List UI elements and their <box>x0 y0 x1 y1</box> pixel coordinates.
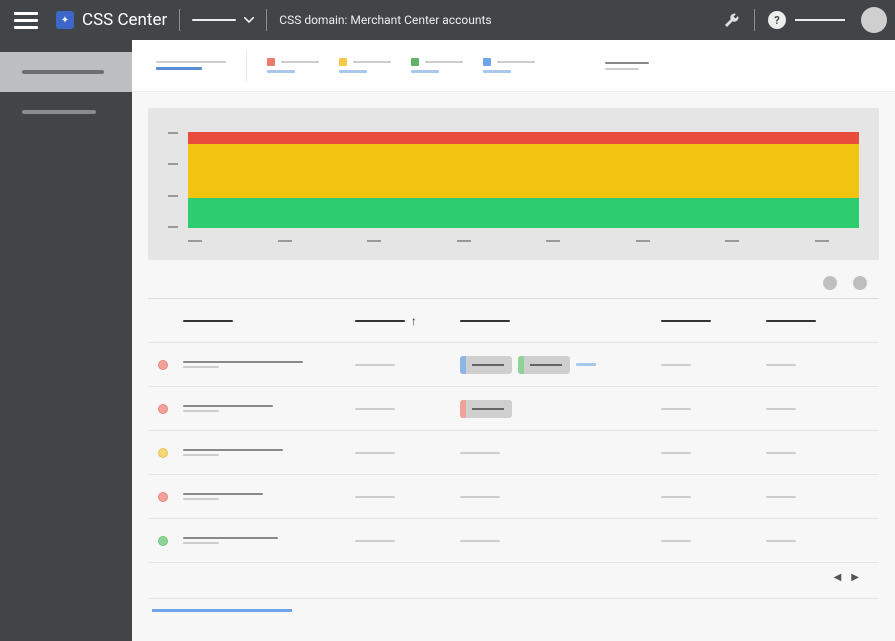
tools-icon[interactable] <box>722 10 742 30</box>
cell <box>766 408 871 410</box>
sidebar <box>0 40 132 641</box>
app-title: CSS Center <box>82 10 167 30</box>
cell <box>460 540 661 542</box>
swatch-icon <box>267 58 275 66</box>
legend-green[interactable] <box>411 58 463 73</box>
legend-blue[interactable] <box>483 58 535 73</box>
chart-bars <box>188 132 859 228</box>
cell-name <box>183 537 355 544</box>
next-page-icon[interactable]: ▶ <box>851 572 859 583</box>
cell-chips <box>460 356 661 374</box>
column-header-sorted[interactable]: ↑ <box>355 314 460 328</box>
divider <box>266 9 267 31</box>
status-icon <box>158 492 168 502</box>
prev-page-icon[interactable]: ◀ <box>834 572 842 583</box>
page-dot[interactable] <box>823 276 837 290</box>
x-axis <box>168 240 859 242</box>
cell-name <box>183 405 355 412</box>
legend-extra[interactable] <box>605 62 649 70</box>
chip[interactable] <box>460 356 512 374</box>
main-content: ↑ <box>132 40 895 641</box>
cell <box>355 540 460 542</box>
cell-name <box>183 493 355 500</box>
sidebar-item-1[interactable] <box>0 52 132 92</box>
status-icon <box>158 404 168 414</box>
chip[interactable] <box>460 400 512 418</box>
column-header[interactable] <box>766 320 871 322</box>
sort-asc-icon: ↑ <box>411 314 417 328</box>
cell <box>355 364 460 366</box>
sidebar-item-label <box>22 110 96 114</box>
column-header[interactable] <box>460 320 661 322</box>
chip[interactable] <box>518 356 570 374</box>
table-row[interactable] <box>148 342 879 386</box>
column-header[interactable] <box>183 320 355 322</box>
cell <box>661 496 766 498</box>
legend-red[interactable] <box>267 58 319 73</box>
divider <box>246 50 247 82</box>
y-axis <box>168 132 178 228</box>
cell <box>661 364 766 366</box>
cell-name <box>183 449 355 456</box>
status-icon <box>158 536 168 546</box>
username <box>795 19 845 21</box>
table-row[interactable] <box>148 518 879 562</box>
cell <box>460 452 661 454</box>
cell <box>766 364 871 366</box>
cell <box>661 452 766 454</box>
page-dot[interactable] <box>853 276 867 290</box>
band-green <box>188 198 859 228</box>
breadcrumb: CSS domain: Merchant Center accounts <box>279 13 491 27</box>
app-logo: ✦ <box>56 11 74 29</box>
swatch-icon <box>339 58 347 66</box>
status-icon <box>158 448 168 458</box>
menu-icon[interactable] <box>14 8 38 32</box>
cell <box>661 408 766 410</box>
cell-name <box>183 361 355 368</box>
sidebar-item-2[interactable] <box>0 92 132 132</box>
legend-yellow[interactable] <box>339 58 391 73</box>
cell <box>355 496 460 498</box>
account-selector-label <box>192 19 236 21</box>
cell <box>766 496 871 498</box>
app-header: ✦ CSS Center CSS domain: Merchant Center… <box>0 0 895 40</box>
chart-pagination <box>132 260 895 298</box>
account-selector[interactable] <box>192 17 254 23</box>
stacked-chart <box>148 108 879 260</box>
cell <box>460 496 661 498</box>
band-yellow <box>188 144 859 198</box>
table-row[interactable] <box>148 474 879 518</box>
chevron-down-icon <box>244 17 254 23</box>
cell <box>355 452 460 454</box>
sidebar-item-label <box>22 70 104 74</box>
cell <box>355 408 460 410</box>
table-pagination: ◀ ▶ <box>148 562 879 592</box>
column-header[interactable] <box>661 320 766 322</box>
cell <box>766 540 871 542</box>
table-row[interactable] <box>148 386 879 430</box>
swatch-icon <box>411 58 419 66</box>
cell <box>661 540 766 542</box>
table-header: ↑ <box>148 298 879 342</box>
cell <box>766 452 871 454</box>
panel-title <box>156 61 226 70</box>
accounts-table: ↑ <box>148 298 879 562</box>
help-icon[interactable]: ? <box>767 10 787 30</box>
table-row[interactable] <box>148 430 879 474</box>
divider <box>179 9 180 31</box>
cell-chips <box>460 400 661 418</box>
filter-bar <box>132 40 895 92</box>
avatar[interactable] <box>861 7 887 33</box>
logo-glyph: ✦ <box>61 15 69 26</box>
divider <box>754 9 755 31</box>
status-icon <box>158 360 168 370</box>
swatch-icon <box>483 58 491 66</box>
band-red <box>188 132 859 144</box>
footer-link[interactable] <box>148 598 879 612</box>
